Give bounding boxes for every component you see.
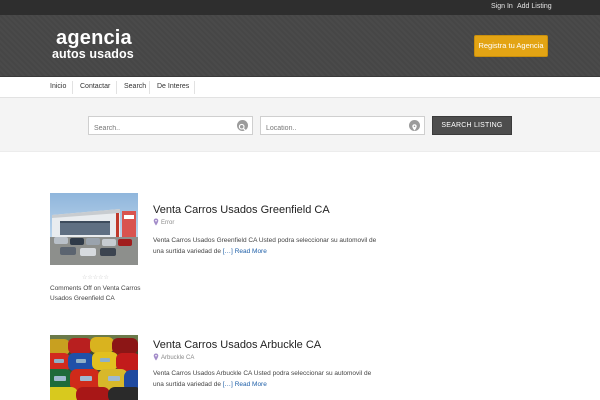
listing-location-text: Arbuckle CA: [161, 355, 195, 361]
keyword-field: [88, 116, 253, 137]
nav-divider: [149, 81, 150, 94]
site-logo[interactable]: agencia autos usados: [52, 28, 134, 61]
sign-in-link[interactable]: Sign In: [491, 3, 513, 10]
search-band: SEARCH LISTING: [0, 98, 600, 152]
search-icon[interactable]: [237, 120, 248, 131]
logo-line-2: autos usados: [52, 47, 134, 61]
nav-item-inicio[interactable]: Inicio: [50, 83, 66, 90]
listing-excerpt: Venta Carros Usados Greenfield CA Usted …: [153, 235, 383, 257]
site-header: agencia autos usados Registra tu Agencia: [0, 15, 600, 77]
nav-item-contactar[interactable]: Contactar: [80, 83, 110, 90]
keyword-search-input[interactable]: [89, 120, 252, 137]
comments-status: Comments Off on Venta Carros Usados Gree…: [50, 285, 141, 302]
listing-location: Arbuckle CA: [153, 353, 194, 361]
listing-excerpt: Venta Carros Usados Arbuckle CA Usted po…: [153, 368, 383, 390]
top-bar: Sign In Add Listing: [0, 0, 600, 15]
listing-thumbnail-cars[interactable]: [50, 335, 138, 400]
nav-divider: [194, 81, 195, 94]
search-listing-button[interactable]: SEARCH LISTING: [432, 116, 512, 135]
rating-stars: ☆☆☆☆☆: [82, 275, 109, 281]
main-nav: Inicio Contactar Search De Interes: [0, 77, 600, 98]
listing-title[interactable]: Venta Carros Usados Arbuckle CA: [153, 339, 321, 351]
location-pin-icon: [153, 353, 159, 361]
logo-line-1: agencia: [56, 27, 132, 49]
location-pin-icon[interactable]: [409, 120, 420, 131]
add-listing-link[interactable]: Add Listing: [517, 3, 552, 10]
nav-divider: [116, 81, 117, 94]
listing-thumbnail-dealership[interactable]: [50, 193, 138, 265]
nav-divider: [72, 81, 73, 94]
nav-item-search[interactable]: Search: [124, 83, 146, 90]
nav-item-de-interes[interactable]: De Interes: [157, 83, 189, 90]
location-search-input[interactable]: [261, 120, 424, 137]
register-agency-button[interactable]: Registra tu Agencia: [474, 35, 548, 57]
listing-title[interactable]: Venta Carros Usados Greenfield CA: [153, 204, 330, 216]
dealership-image: [50, 193, 138, 265]
listing-location: Error: [153, 218, 174, 226]
location-field: [260, 116, 425, 137]
parked-cars-image: [50, 335, 138, 400]
read-more-link[interactable]: Read More: [235, 248, 267, 255]
listing-location-text: Error: [161, 220, 175, 226]
read-more-link[interactable]: Read More: [235, 381, 267, 388]
listing-excerpt-ellipsis[interactable]: […]: [223, 248, 233, 255]
location-pin-icon: [153, 218, 159, 226]
listing-excerpt-ellipsis[interactable]: […]: [223, 381, 233, 388]
